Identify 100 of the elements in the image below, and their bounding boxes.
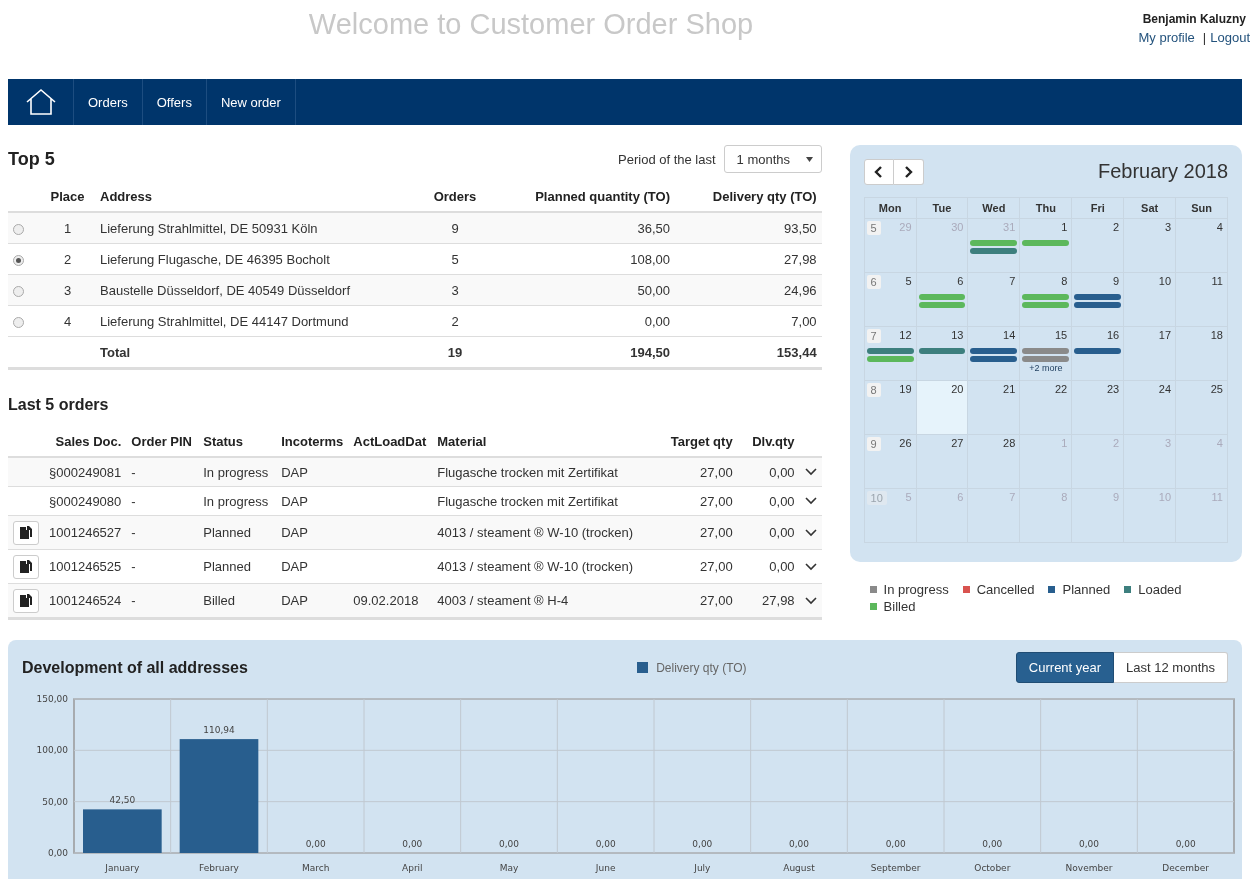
day-cell[interactable]: 8 19 bbox=[864, 381, 917, 435]
day-cell[interactable]: 6 5 bbox=[864, 273, 917, 327]
value-label: 0,00 bbox=[402, 839, 423, 849]
day-cell[interactable]: 17 bbox=[1124, 327, 1177, 381]
value-label: 0,00 bbox=[305, 839, 326, 849]
event-bar[interactable] bbox=[1074, 294, 1122, 300]
table-cell: 27,00 bbox=[657, 457, 738, 487]
day-cell[interactable]: 28 bbox=[968, 435, 1021, 489]
day-cell[interactable]: 7 bbox=[968, 273, 1021, 327]
table-cell: 108,00 bbox=[485, 243, 675, 275]
day-cell[interactable]: 9 bbox=[1072, 273, 1125, 327]
day-cell[interactable]: 24 bbox=[1124, 381, 1177, 435]
copy-button[interactable] bbox=[13, 554, 39, 579]
weekday-header: Fri bbox=[1072, 198, 1125, 219]
chevron-down-icon[interactable] bbox=[804, 528, 817, 537]
nav-link[interactable]: Offers bbox=[142, 79, 207, 125]
nav-link[interactable]: Orders bbox=[74, 79, 143, 125]
radio-button[interactable] bbox=[13, 285, 24, 297]
day-cell[interactable]: 21 bbox=[968, 381, 1021, 435]
table-cell: 1001246527 bbox=[44, 515, 127, 550]
chevron-left-icon bbox=[873, 166, 884, 178]
event-bar[interactable] bbox=[866, 348, 914, 354]
day-cell[interactable]: 10 bbox=[1124, 273, 1177, 327]
week-number: 10 bbox=[866, 491, 887, 505]
table-cell: 36,50 bbox=[485, 212, 675, 244]
table-cell: 4013 / steament ® W-10 (trocken) bbox=[432, 549, 658, 584]
day-cell[interactable]: 18 bbox=[1176, 327, 1228, 381]
more-link[interactable]: +2 more bbox=[1022, 363, 1070, 373]
axis-label: March bbox=[301, 863, 330, 873]
day-cell[interactable]: 23 bbox=[1072, 381, 1125, 435]
day-cell[interactable]: 25 bbox=[1176, 381, 1228, 435]
copy-button[interactable] bbox=[13, 588, 39, 613]
event-bar[interactable] bbox=[970, 248, 1018, 254]
profile-link[interactable]: My profile bbox=[1138, 30, 1195, 45]
table-cell: 0,00 bbox=[737, 486, 800, 516]
legend-label: Loaded bbox=[1138, 582, 1182, 597]
legend-label: Delivery qty (TO) bbox=[656, 660, 747, 675]
day-number: 16 bbox=[1106, 329, 1121, 341]
event-bar[interactable] bbox=[1022, 356, 1070, 362]
previous-button[interactable] bbox=[863, 159, 894, 185]
event-bar[interactable] bbox=[970, 356, 1018, 362]
event-bar[interactable] bbox=[1022, 348, 1070, 354]
day-number: 15 bbox=[1055, 329, 1069, 341]
event-bar[interactable] bbox=[918, 348, 966, 354]
chevron-down-icon[interactable] bbox=[804, 596, 817, 605]
nav-link[interactable]: New order bbox=[206, 79, 296, 125]
event-bar[interactable] bbox=[1074, 348, 1122, 354]
table-cell: 1 bbox=[40, 212, 95, 244]
day-cell[interactable]: 22 bbox=[1020, 381, 1073, 435]
day-number: 29 bbox=[899, 221, 913, 233]
section-title: Last 5 orders bbox=[8, 396, 110, 414]
day-number: 6 bbox=[957, 491, 965, 503]
table-cell: 7,00 bbox=[675, 305, 822, 337]
event-bar[interactable] bbox=[1074, 302, 1122, 308]
day-cell[interactable]: 20 bbox=[916, 381, 969, 435]
axis-label: January bbox=[105, 863, 140, 873]
period-select[interactable]: 1 months bbox=[723, 145, 822, 173]
table-cell: DAP bbox=[276, 515, 349, 550]
day-cell[interactable]: 15 +2 more bbox=[1020, 327, 1073, 381]
table-cell: Total bbox=[95, 336, 425, 369]
chevron-down-icon[interactable] bbox=[804, 562, 817, 571]
table-cell: 19 bbox=[425, 336, 485, 369]
day-cell[interactable]: 2 bbox=[1072, 219, 1125, 273]
day-cell[interactable]: 7 12 bbox=[864, 327, 917, 381]
day-number: 3 bbox=[1164, 437, 1173, 449]
next-button[interactable] bbox=[893, 159, 924, 185]
day-cell[interactable]: 3 bbox=[1124, 219, 1177, 273]
day-cell[interactable]: 27 bbox=[916, 435, 969, 489]
weekday-header: Sat bbox=[1124, 198, 1177, 219]
period-toggle[interactable]: Last 12 months bbox=[1114, 652, 1228, 683]
day-number: 25 bbox=[1210, 383, 1224, 395]
link-separator: | bbox=[1202, 30, 1207, 45]
table-cell: - bbox=[126, 457, 199, 487]
table-cell: 1001246524 bbox=[44, 583, 127, 619]
legend-label: Billed bbox=[883, 599, 916, 614]
legend-label: Cancelled bbox=[976, 582, 1035, 597]
chevron-down-icon[interactable] bbox=[804, 468, 817, 476]
radio-button[interactable] bbox=[13, 254, 24, 266]
day-cell[interactable]: 16 bbox=[1072, 327, 1125, 381]
table-cell: 0,00 bbox=[737, 515, 800, 550]
event-bar[interactable] bbox=[970, 348, 1018, 354]
logout-link[interactable]: Logout bbox=[1210, 30, 1250, 45]
day-cell[interactable]: 4 bbox=[1176, 219, 1228, 273]
chevron-down-icon[interactable] bbox=[804, 497, 817, 505]
day-cell[interactable]: 5 29 bbox=[864, 219, 917, 273]
period-toggle[interactable]: Current year bbox=[1015, 652, 1115, 683]
value-label: 0,00 bbox=[595, 839, 616, 849]
radio-button[interactable] bbox=[13, 223, 24, 235]
day-cell[interactable]: 11 bbox=[1176, 273, 1228, 327]
value-label: 0,00 bbox=[982, 839, 1003, 849]
day-cell[interactable]: 1 bbox=[1020, 219, 1073, 273]
day-number: 18 bbox=[1210, 329, 1224, 341]
day-cell[interactable]: 9 26 bbox=[864, 435, 917, 489]
caret-down-icon bbox=[805, 156, 813, 162]
copy-button[interactable] bbox=[13, 520, 39, 545]
table-cell: 0,00 bbox=[737, 457, 800, 487]
day-cell[interactable]: 14 bbox=[968, 327, 1021, 381]
radio-button[interactable] bbox=[13, 316, 24, 328]
chevron-right-icon bbox=[903, 166, 914, 178]
legend-label: Planned bbox=[1062, 582, 1111, 597]
